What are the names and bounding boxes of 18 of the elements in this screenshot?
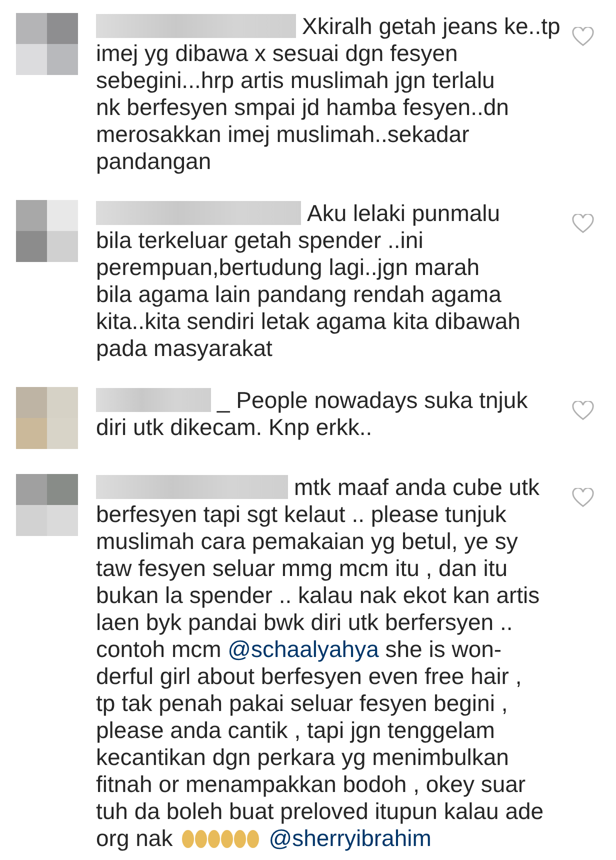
comment-text: Aku lelaki punmalu [307, 200, 500, 227]
heart-icon[interactable] [572, 27, 594, 47]
avatar [16, 200, 78, 262]
comment-text: bila terkeluar getah spender ..ini perempuan,bertudung lagi..jgn marah bila agama lain pandang rendah agama kita..kita sendiri letak agama kita dibawah pada masyarakat [96, 227, 522, 362]
comment-text: imej yg dibawa x sesuai dgn fesyen sebegini...hrp artis muslimah jgn terlalu nk berfesyen smpai jd hamba fesyen..dn merosakkan imej muslimah..sekadar pandangan [96, 40, 510, 175]
heart-icon[interactable] [572, 214, 594, 234]
avatar [16, 13, 78, 75]
comment-text: _ People nowadays suka tnjuk [217, 387, 528, 414]
comment-text: mtk maaf anda cube utk [294, 474, 540, 501]
avatar [16, 474, 78, 536]
comment-text: berfesyen tapi sgt kelaut .. please tunjuk muslimah cara pemakaian yg betul, ye sy taw fesyen seluar mmg mcm itu , dan itu bukan la spender .. kalau nak ekot kan artis laen byk pandai bwk diri utk berfersyen .. contoh mcm @schaalyahya she is won- derful girl about berfesyen even free hair , tp tak penah pakai seluar fesyen begini , please anda cantik , tapi jgn tenggelam kecantikan dgn perkara yg menimbulkan fitnah or menampakkan bodoh , okey suar tuh da boleh buat preloved itupun kalau ade org nak @sherryibrahim [96, 501, 545, 852]
comment-text: Xkiralh getah jeans ke..tp [302, 13, 560, 40]
mention-link[interactable]: @sherryibrahim [268, 825, 432, 851]
avatar [16, 387, 78, 449]
heart-icon[interactable] [572, 488, 594, 508]
mention-link[interactable]: @schaalyahya [228, 636, 379, 662]
comment-text: diri utk dikecam. Knp erkk.. [96, 414, 374, 441]
heart-icon[interactable] [572, 401, 594, 421]
